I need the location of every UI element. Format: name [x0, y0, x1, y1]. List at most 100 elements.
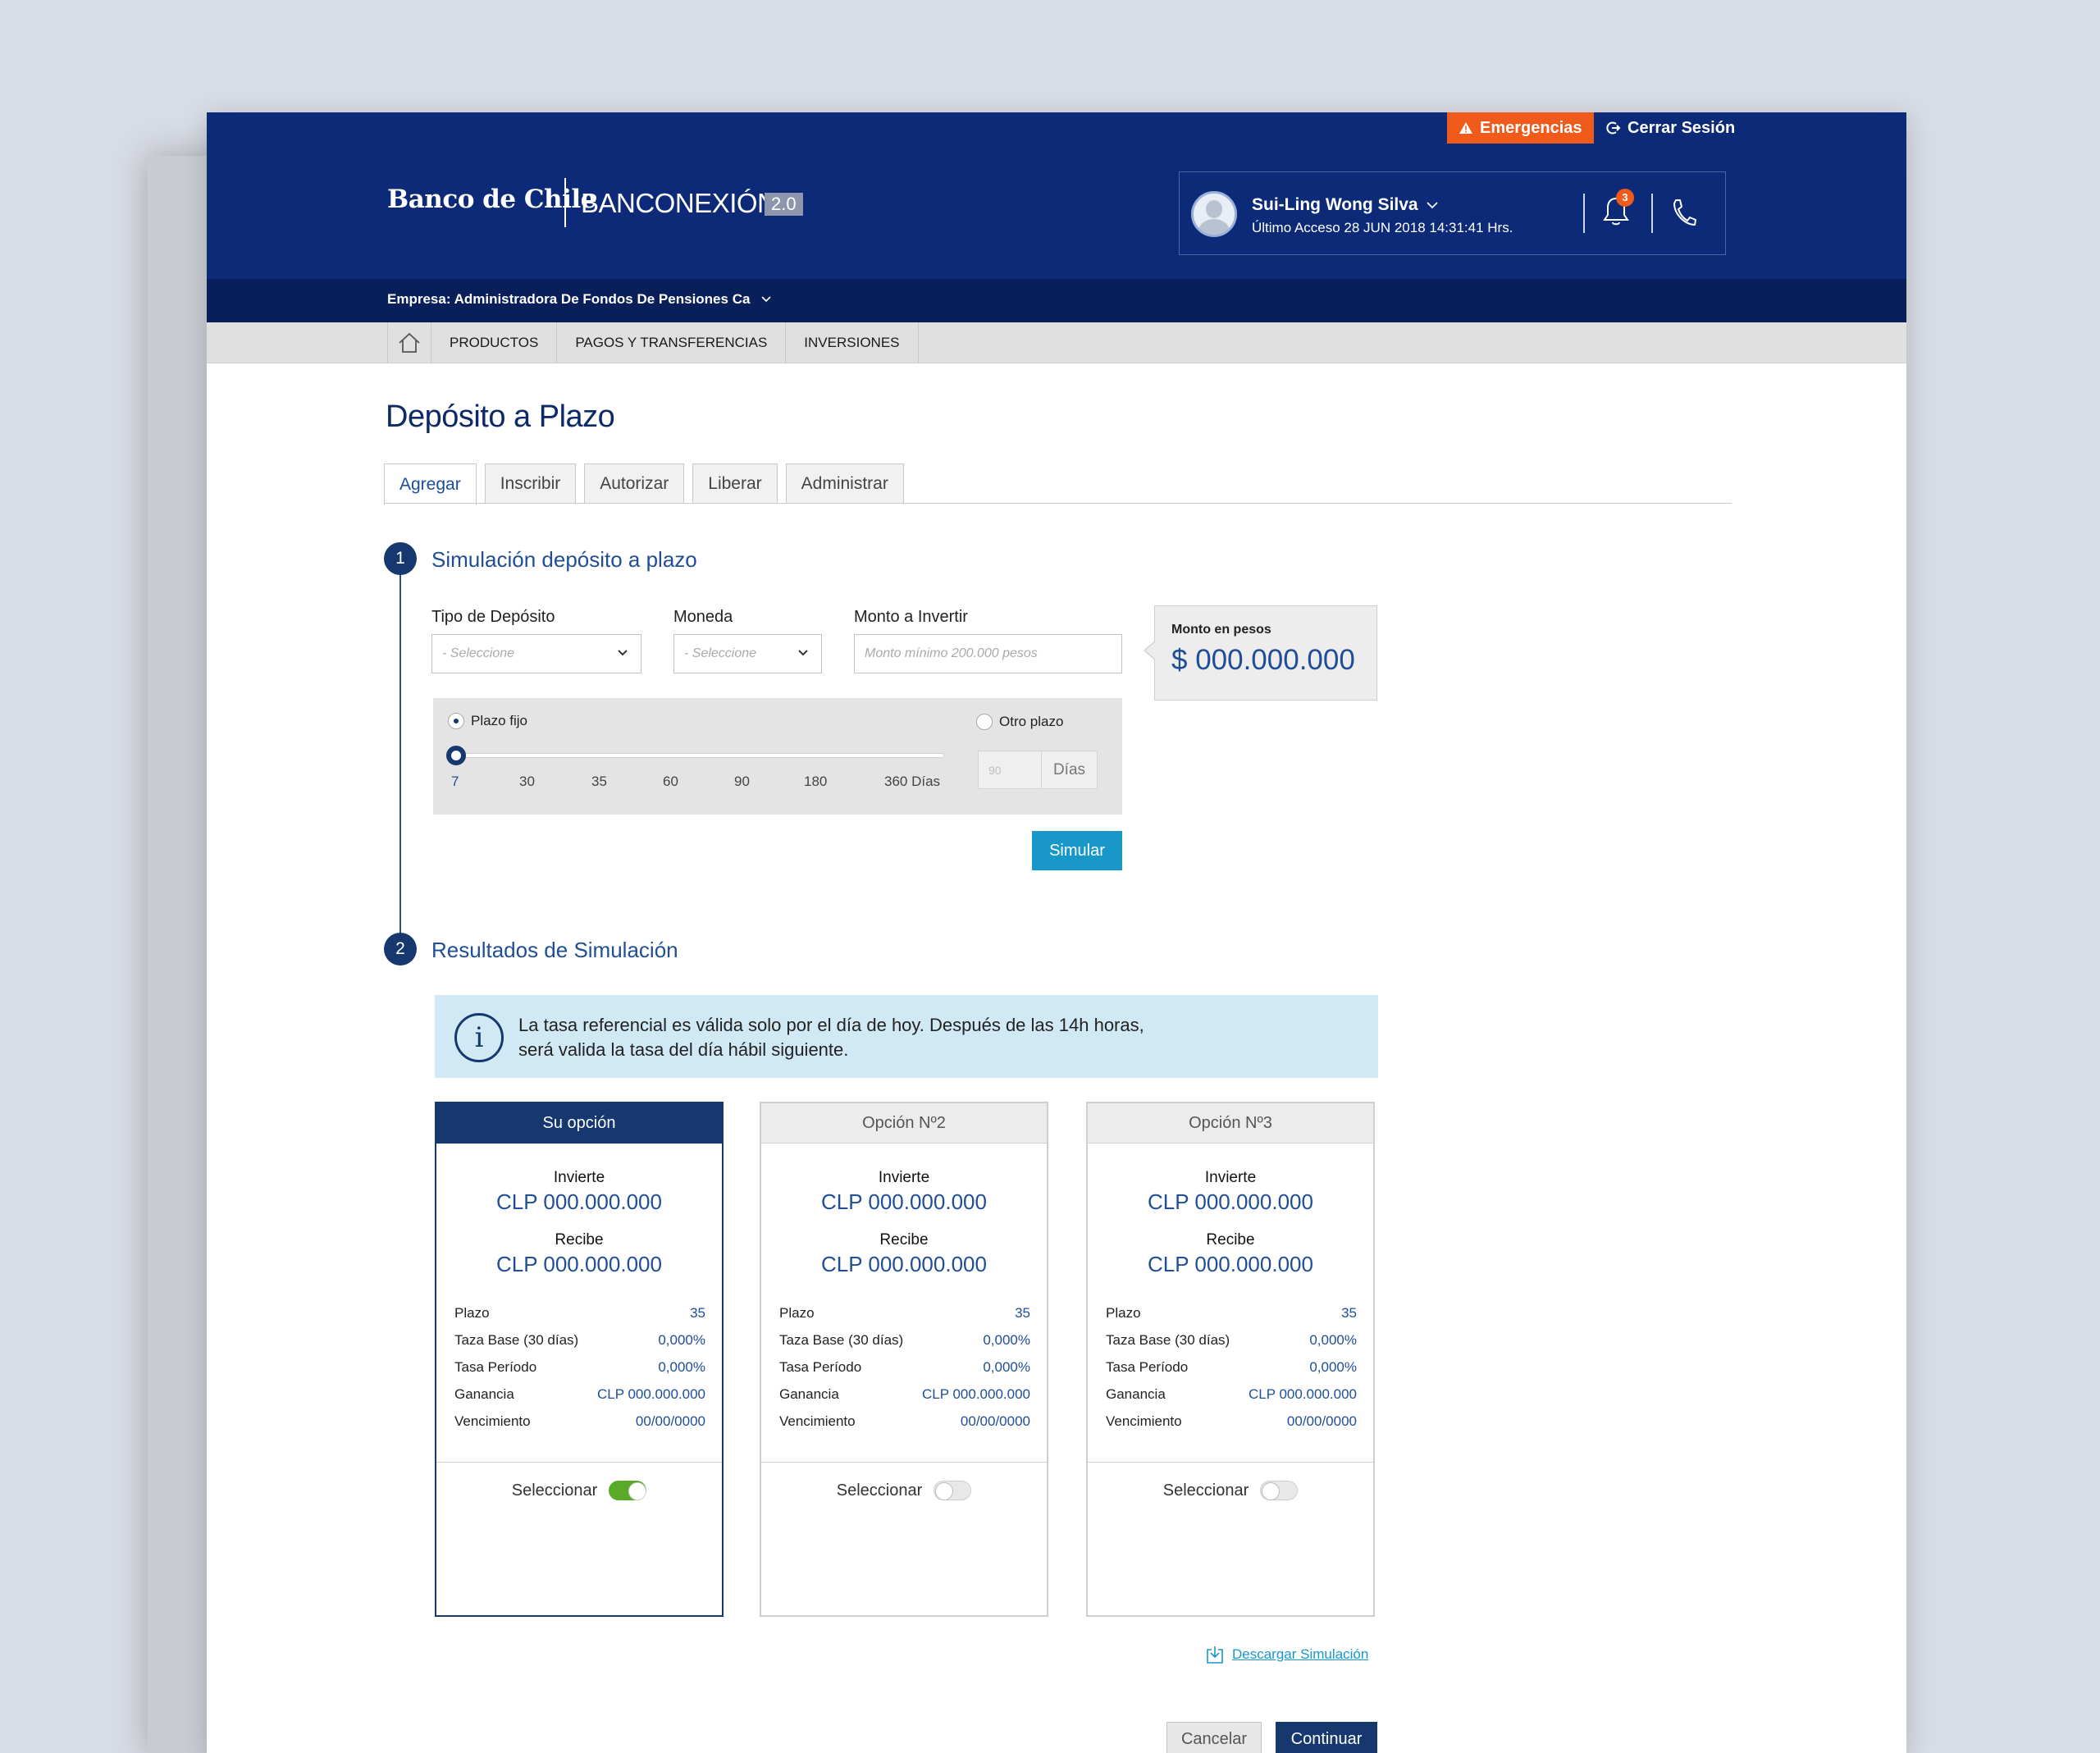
recibe-label: Recibe [879, 1231, 929, 1249]
moneda-label: Moneda [673, 608, 733, 626]
tab-inscribir[interactable]: Inscribir [484, 463, 577, 504]
row-key: Ganancia [779, 1386, 839, 1402]
nav-item-productos[interactable]: PRODUCTOS [431, 322, 558, 363]
divider [1088, 1462, 1373, 1463]
detail-row: Taza Base (30 días) 0,000% [1106, 1332, 1357, 1349]
slider-tick: 90 [734, 774, 750, 789]
detail-row: Ganancia CLP 000.000.000 [1106, 1386, 1357, 1403]
monto-input[interactable]: Monto mínimo 200.000 pesos [854, 634, 1122, 673]
card-title: Opción Nº2 [761, 1103, 1047, 1144]
card-title: Opción Nº3 [1088, 1103, 1373, 1144]
step-2-badge: 2 [384, 933, 417, 966]
monto-pesos-value: $ 000.000.000 [1171, 644, 1355, 676]
recibe-value: CLP 000.000.000 [496, 1252, 662, 1276]
row-value: 35 [1341, 1305, 1357, 1321]
phone-button[interactable] [1669, 197, 1697, 232]
row-value: 35 [690, 1305, 705, 1321]
recibe-value: CLP 000.000.000 [821, 1252, 987, 1276]
detail-row: Tasa Período 0,000% [454, 1359, 705, 1376]
logo-divider [564, 178, 566, 227]
card-title: Su opción [436, 1103, 722, 1144]
detail-row: Vencimiento 00/00/0000 [779, 1413, 1030, 1430]
plazo-fijo-label: Plazo fijo [471, 713, 527, 728]
chevron-down-icon [761, 296, 772, 303]
phone-icon [1673, 199, 1696, 226]
otro-plazo-label: Otro plazo [999, 714, 1064, 729]
monto-pesos-label: Monto en pesos [1171, 623, 1271, 637]
row-key: Taza Base (30 días) [454, 1332, 579, 1348]
row-value: CLP 000.000.000 [921, 1386, 1030, 1402]
dias-input[interactable]: 90 [978, 751, 1042, 789]
option-card-1[interactable]: Su opción Invierte CLP 000.000.000 Recib… [435, 1102, 724, 1617]
company-selector[interactable]: Empresa: Administradora De Fondos De Pen… [387, 291, 772, 308]
invierte-value: CLP 000.000.000 [496, 1189, 662, 1214]
user-panel: Sui-Ling Wong Silva Último Acceso 28 JUN… [1179, 171, 1726, 255]
row-key: Tasa Período [779, 1359, 862, 1375]
row-key: Taza Base (30 días) [1106, 1332, 1230, 1348]
select-row: Seleccionar [1088, 1481, 1373, 1500]
continue-button[interactable]: Continuar [1276, 1722, 1377, 1753]
tipo-deposito-value: - Seleccione [442, 646, 515, 660]
row-value: 0,000% [1309, 1332, 1357, 1348]
plazo-slider-handle[interactable] [446, 746, 466, 765]
row-key: Ganancia [1106, 1386, 1166, 1402]
step-1-badge: 1 [384, 542, 417, 575]
slider-tick: 180 [804, 774, 828, 789]
nav-item-inversiones[interactable]: INVERSIONES [786, 322, 919, 363]
row-value: CLP 000.000.000 [1248, 1386, 1357, 1402]
row-key: Ganancia [454, 1386, 514, 1402]
select-toggle[interactable] [934, 1481, 972, 1500]
tipo-deposito-select[interactable]: - Seleccione [431, 634, 641, 673]
moneda-select[interactable]: - Seleccione [673, 634, 822, 673]
nav-home[interactable] [387, 322, 431, 363]
row-value: 0,000% [983, 1359, 1030, 1375]
option-card-2[interactable]: Opción Nº2 Invierte CLP 000.000.000 Reci… [760, 1102, 1048, 1617]
tab-agregar[interactable]: Agregar [384, 463, 477, 505]
avatar[interactable] [1191, 191, 1237, 237]
plazo-slider[interactable] [454, 753, 944, 758]
info-line-1: La tasa referencial es válida solo por e… [518, 1015, 1144, 1035]
otro-plazo-radio[interactable] [976, 714, 993, 730]
emergency-button[interactable]: Emergencias [1447, 112, 1594, 144]
plazo-fijo-radio[interactable] [448, 713, 464, 729]
download-link[interactable]: Descargar Simulación [1206, 1645, 1368, 1664]
cancel-button[interactable]: Cancelar [1166, 1722, 1262, 1753]
moneda-value: - Seleccione [684, 646, 757, 660]
tab-liberar[interactable]: Liberar [692, 463, 778, 504]
logout-button[interactable]: Cerrar Sesión [1606, 112, 1735, 144]
chevron-down-icon [1426, 201, 1438, 208]
select-label: Seleccionar [511, 1481, 598, 1500]
row-value: 00/00/0000 [960, 1413, 1030, 1429]
step-1-title: Simulación depósito a plazo [431, 547, 697, 572]
notification-badge: 3 [1616, 189, 1634, 207]
logout-label: Cerrar Sesión [1628, 119, 1736, 137]
detail-row: Plazo 35 [454, 1305, 705, 1322]
divider [1583, 194, 1585, 233]
nav-item-pagos[interactable]: PAGOS Y TRANSFERENCIAS [557, 322, 787, 363]
detail-row: Plazo 35 [779, 1305, 1030, 1322]
row-value: 00/00/0000 [635, 1413, 705, 1429]
slider-tick: 7 [451, 774, 459, 789]
simular-button[interactable]: Simular [1032, 831, 1122, 870]
detail-row: Ganancia CLP 000.000.000 [454, 1386, 705, 1403]
select-toggle[interactable] [609, 1481, 647, 1500]
select-toggle[interactable] [1260, 1481, 1299, 1500]
user-menu[interactable]: Sui-Ling Wong Silva [1252, 195, 1438, 215]
row-value: 0,000% [658, 1359, 705, 1375]
row-key: Vencimiento [454, 1413, 531, 1429]
row-key: Vencimiento [1106, 1413, 1182, 1429]
row-key: Plazo [454, 1305, 490, 1321]
row-key: Tasa Período [1106, 1359, 1189, 1375]
option-card-3[interactable]: Opción Nº3 Invierte CLP 000.000.000 Reci… [1086, 1102, 1375, 1617]
company-name: Empresa: Administradora De Fondos De Pen… [387, 291, 751, 307]
tab-administrar[interactable]: Administrar [785, 463, 904, 504]
detail-row: Vencimiento 00/00/0000 [454, 1413, 705, 1430]
slider-tick: 360 Días [884, 774, 941, 789]
row-value: 00/00/0000 [1286, 1413, 1357, 1429]
slider-tick: 60 [663, 774, 678, 789]
detail-row: Taza Base (30 días) 0,000% [779, 1332, 1030, 1349]
invierte-value: CLP 000.000.000 [821, 1189, 987, 1214]
warning-icon [1459, 122, 1472, 134]
row-key: Tasa Período [454, 1359, 537, 1375]
tab-autorizar[interactable]: Autorizar [584, 463, 685, 504]
